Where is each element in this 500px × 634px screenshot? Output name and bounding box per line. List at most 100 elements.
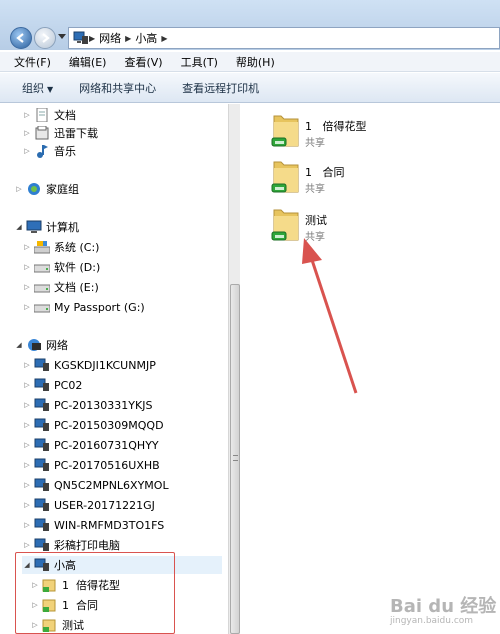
shared-folder-icon: [271, 115, 299, 147]
nav-item-label: My Passport (G:): [54, 300, 145, 314]
expand-icon[interactable]: ▷: [22, 421, 32, 429]
library-icon: [35, 126, 49, 140]
organize-button[interactable]: 组织 ▼: [22, 80, 53, 96]
nav-item-label: 音乐: [54, 145, 76, 158]
expand-icon[interactable]: ▷: [22, 381, 32, 389]
collapse-icon[interactable]: ◢: [14, 341, 24, 349]
nav-item-computer[interactable]: ▷ PC-20160731QHYY: [22, 436, 159, 454]
expand-icon[interactable]: ▷: [22, 521, 32, 529]
nav-item-drive-d[interactable]: ▷ 软件 (D:): [22, 258, 100, 276]
nav-item-label: PC-20160731QHYY: [54, 438, 159, 452]
nav-item-computer[interactable]: ▷ PC-20150309MQQD: [22, 416, 164, 434]
nav-item-computer[interactable]: ▷ WIN-RMFMD3TO1FS: [22, 516, 164, 534]
nav-item-label: WIN-RMFMD3TO1FS: [54, 518, 165, 532]
system-drive-icon: [34, 241, 50, 254]
expand-icon[interactable]: ▷: [22, 441, 32, 449]
nav-item-xunlei[interactable]: ▷ 迅雷下载: [22, 124, 98, 142]
folder-status: 共享: [305, 184, 325, 195]
nav-item-label: 网络: [46, 339, 68, 352]
forward-arrow-icon: [42, 33, 50, 43]
expand-icon[interactable]: ▷: [14, 185, 24, 193]
nav-item-homegroup[interactable]: ▷ 家庭组: [14, 180, 79, 198]
drive-icon: [34, 264, 50, 273]
network-computer-icon: [34, 358, 49, 371]
network-computer-icon: [34, 458, 49, 471]
nav-item-label: PC02: [54, 378, 83, 392]
nav-item-documents[interactable]: ▷ 文档: [22, 106, 76, 124]
nav-item-computer[interactable]: ▷ PC02: [22, 376, 82, 394]
breadcrumb-separator: ▶: [89, 33, 96, 43]
menu-file[interactable]: 文件(F): [14, 54, 51, 70]
shared-folder-icon: [271, 209, 299, 241]
expand-icon[interactable]: ▷: [22, 303, 32, 311]
content-pane[interactable]: 1 倍得花型 共享 1 合同 共享 测试 共享: [241, 104, 500, 634]
expand-icon[interactable]: ▷: [22, 283, 32, 291]
nav-item-computer[interactable]: ▷ USER-20171221GJ: [22, 496, 155, 514]
menu-edit[interactable]: 编辑(E): [69, 54, 107, 70]
expand-icon[interactable]: ▷: [22, 111, 32, 119]
breadcrumb-network[interactable]: 网络: [99, 30, 121, 46]
nav-item-drive-c[interactable]: ▷ 系统 (C:): [22, 238, 99, 256]
command-bar: 组织 ▼ 网络和共享中心 查看远程打印机: [0, 73, 500, 103]
nav-item-computer[interactable]: ▷ PC-20130331YKJS: [22, 396, 152, 414]
expand-icon[interactable]: ▷: [22, 361, 32, 369]
document-icon: [36, 108, 48, 122]
window-titlebar: ▶ 网络 ▶ 小高 ▶: [0, 0, 500, 50]
expand-icon[interactable]: ▷: [22, 129, 32, 137]
nav-item-label: 家庭组: [46, 183, 79, 196]
nav-item-music[interactable]: ▷ 音乐: [22, 142, 76, 160]
nav-item-computer[interactable]: ◢ 计算机: [14, 218, 79, 236]
chevron-down-icon[interactable]: [58, 34, 66, 40]
expand-icon[interactable]: ▷: [22, 481, 32, 489]
scrollbar-thumb[interactable]: [230, 284, 240, 634]
expand-icon[interactable]: ▷: [22, 263, 32, 271]
nav-item-label: PC-20170516UXHB: [54, 458, 160, 472]
chevron-down-icon: ▼: [47, 84, 54, 94]
forward-button[interactable]: [34, 27, 56, 49]
nav-item-label: KGSKDJI1KCUNMJP: [54, 358, 156, 372]
folder-name: 测试: [305, 214, 327, 227]
back-arrow-icon: [16, 33, 24, 43]
organize-label: 组织: [22, 81, 44, 95]
nav-item-label: 文档 (E:): [54, 281, 99, 294]
nav-item-computer[interactable]: ▷ QN5C2MPNL6XYMOL: [22, 476, 169, 494]
back-button[interactable]: [10, 27, 32, 49]
nav-pane-scrollbar[interactable]: [228, 104, 240, 634]
breadcrumb-separator[interactable]: ▶: [161, 34, 167, 43]
nav-item-label: 彩稿打印电脑: [54, 539, 120, 552]
nav-item-label: 系统 (C:): [54, 241, 100, 254]
nav-item-computer[interactable]: ▷ PC-20170516UXHB: [22, 456, 160, 474]
nav-item-label: PC-20130331YKJS: [54, 398, 153, 412]
network-sharing-center-button[interactable]: 网络和共享中心: [79, 80, 156, 96]
breadcrumb-xiaogao[interactable]: 小高: [135, 30, 157, 46]
expand-icon[interactable]: ▷: [22, 541, 32, 549]
expand-icon[interactable]: ▷: [22, 401, 32, 409]
drive-icon: [34, 284, 50, 293]
nav-item-label: PC-20150309MQQD: [54, 418, 164, 432]
menu-help[interactable]: 帮助(H): [236, 54, 275, 70]
network-computer-icon: [34, 418, 49, 431]
menu-tools[interactable]: 工具(T): [181, 54, 218, 70]
nav-item-drive-g[interactable]: ▷ My Passport (G:): [22, 298, 145, 316]
nav-item-drive-e[interactable]: ▷ 文档 (E:): [22, 278, 99, 296]
folder-name: 1 倍得花型: [305, 120, 367, 133]
network-computer-icon: [34, 478, 49, 491]
expand-icon[interactable]: ▷: [22, 501, 32, 509]
folder-item[interactable]: 1 合同 共享: [271, 156, 471, 204]
computer-icon: [26, 220, 42, 233]
nav-item-label: 计算机: [46, 221, 79, 234]
breadcrumb-separator[interactable]: ▶: [125, 34, 131, 43]
expand-icon[interactable]: ▷: [22, 461, 32, 469]
view-remote-printers-button[interactable]: 查看远程打印机: [182, 80, 259, 96]
menu-view[interactable]: 查看(V): [124, 54, 162, 70]
collapse-icon[interactable]: ◢: [14, 223, 24, 231]
nav-item-computer[interactable]: ▷ KGSKDJI1KCUNMJP: [22, 356, 156, 374]
expand-icon[interactable]: ▷: [22, 243, 32, 251]
address-bar[interactable]: ▶ 网络 ▶ 小高 ▶: [68, 27, 500, 49]
expand-icon[interactable]: ▷: [22, 147, 32, 155]
annotation-arrow-icon: [302, 238, 358, 394]
nav-item-network[interactable]: ◢ 网络: [14, 336, 68, 354]
music-icon: [37, 145, 48, 158]
nav-item-label: 软件 (D:): [54, 261, 101, 274]
folder-item[interactable]: 1 倍得花型 共享: [271, 110, 471, 158]
